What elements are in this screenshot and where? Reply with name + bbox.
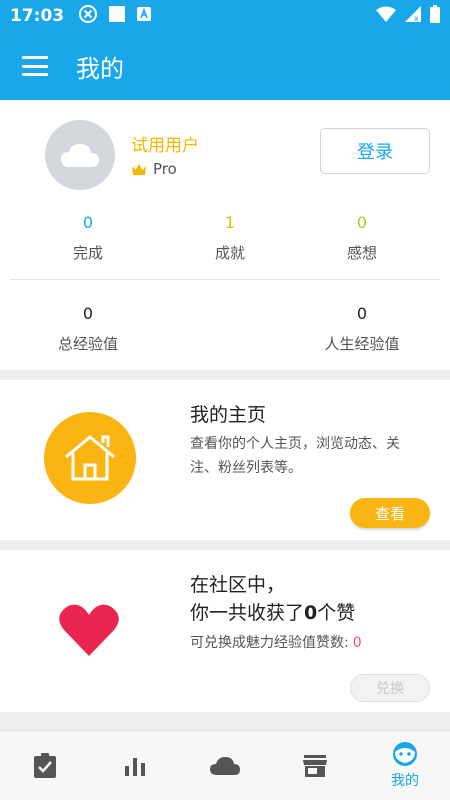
life-exp-value: 0 xyxy=(356,304,368,323)
menu-icon[interactable] xyxy=(22,56,48,76)
homepage-description: 查看你的个人主页，浏览动态、关注、粉丝列表等。 xyxy=(190,436,400,476)
exchange-info: 可兑换成魅力经验值赞数: 0 xyxy=(190,632,362,652)
community-line2-suffix: 个赞 xyxy=(317,602,356,624)
stat-achievement-label: 成就 xyxy=(214,244,245,262)
stat-thoughts-label: 感想 xyxy=(346,244,377,262)
wifi-icon xyxy=(376,6,396,26)
store-icon xyxy=(303,754,327,777)
divider xyxy=(10,279,440,280)
nav-tasks[interactable] xyxy=(0,731,90,800)
signal-icon: x xyxy=(404,5,422,27)
square-notification-icon xyxy=(108,5,126,27)
page-title: 我的 xyxy=(76,54,124,83)
total-exp-value: 0 xyxy=(82,304,94,323)
battery-icon xyxy=(430,5,440,27)
view-button[interactable]: 查看 xyxy=(350,498,430,528)
exchange-value: 0 xyxy=(352,635,362,651)
profile-card: 试用用户 Pro 登录 0 完成 1 成就 0 感想 0 总经验值 0 人生经验… xyxy=(0,100,450,370)
stat-complete-label: 完成 xyxy=(72,244,103,262)
stat-complete-value: 0 xyxy=(82,213,94,232)
stat-achievement[interactable]: 1 成就 xyxy=(175,213,285,263)
community-line2-prefix: 你一共收获了 xyxy=(190,602,305,624)
life-exp-label: 人生经验值 xyxy=(324,335,400,353)
pro-badge: Pro xyxy=(131,160,177,178)
house-icon xyxy=(44,412,136,504)
stat-thoughts-value: 0 xyxy=(356,213,368,232)
stat-complete[interactable]: 0 完成 xyxy=(33,213,143,263)
stat-total-exp: 0 总经验值 xyxy=(33,304,143,354)
total-exp-label: 总经验值 xyxy=(57,335,118,353)
pro-label: Pro xyxy=(153,160,177,178)
homepage-card: 我的主页 查看你的个人主页，浏览动态、关注、粉丝列表等。 查看 xyxy=(0,380,450,540)
status-time: 17:03 xyxy=(10,6,65,26)
homepage-title: 我的主页 xyxy=(190,404,267,426)
community-line2: 你一共收获了0个赞 xyxy=(190,598,355,625)
exchange-button[interactable]: 兑换 xyxy=(350,674,430,702)
stat-thoughts[interactable]: 0 感想 xyxy=(307,213,417,263)
username: 试用用户 xyxy=(131,136,199,156)
cloud-avatar-icon xyxy=(61,144,99,167)
login-button[interactable]: 登录 xyxy=(320,128,430,174)
community-card: 在社区中， 你一共收获了0个赞 可兑换成魅力经验值赞数: 0 兑换 xyxy=(0,550,450,712)
nav-cloud[interactable] xyxy=(180,731,270,800)
status-bar: 17:03 x xyxy=(0,0,450,32)
heart-icon xyxy=(59,604,119,656)
nav-mine-label: 我的 xyxy=(391,773,419,789)
nav-mine[interactable]: 我的 xyxy=(360,731,450,800)
face-icon xyxy=(393,742,417,766)
stat-life-exp: 0 人生经验值 xyxy=(307,304,417,354)
community-line1: 在社区中， xyxy=(190,574,286,596)
notification-blocked-icon xyxy=(78,4,98,28)
bottom-nav: 我的 xyxy=(0,730,450,800)
cloud-icon xyxy=(210,756,240,775)
clipboard-check-icon xyxy=(34,752,56,778)
likes-count: 0 xyxy=(304,602,318,624)
stat-achievement-value: 1 xyxy=(224,213,236,232)
crown-icon xyxy=(132,163,146,175)
exchange-label: 可兑换成魅力经验值赞数: xyxy=(190,635,349,651)
nav-store[interactable] xyxy=(270,731,360,800)
bar-chart-icon xyxy=(125,757,145,776)
a-notification-icon xyxy=(136,6,152,26)
avatar[interactable] xyxy=(45,120,115,190)
nav-stats[interactable] xyxy=(90,731,180,800)
app-bar: 我的 xyxy=(0,32,450,100)
svg-text:x: x xyxy=(414,14,419,23)
